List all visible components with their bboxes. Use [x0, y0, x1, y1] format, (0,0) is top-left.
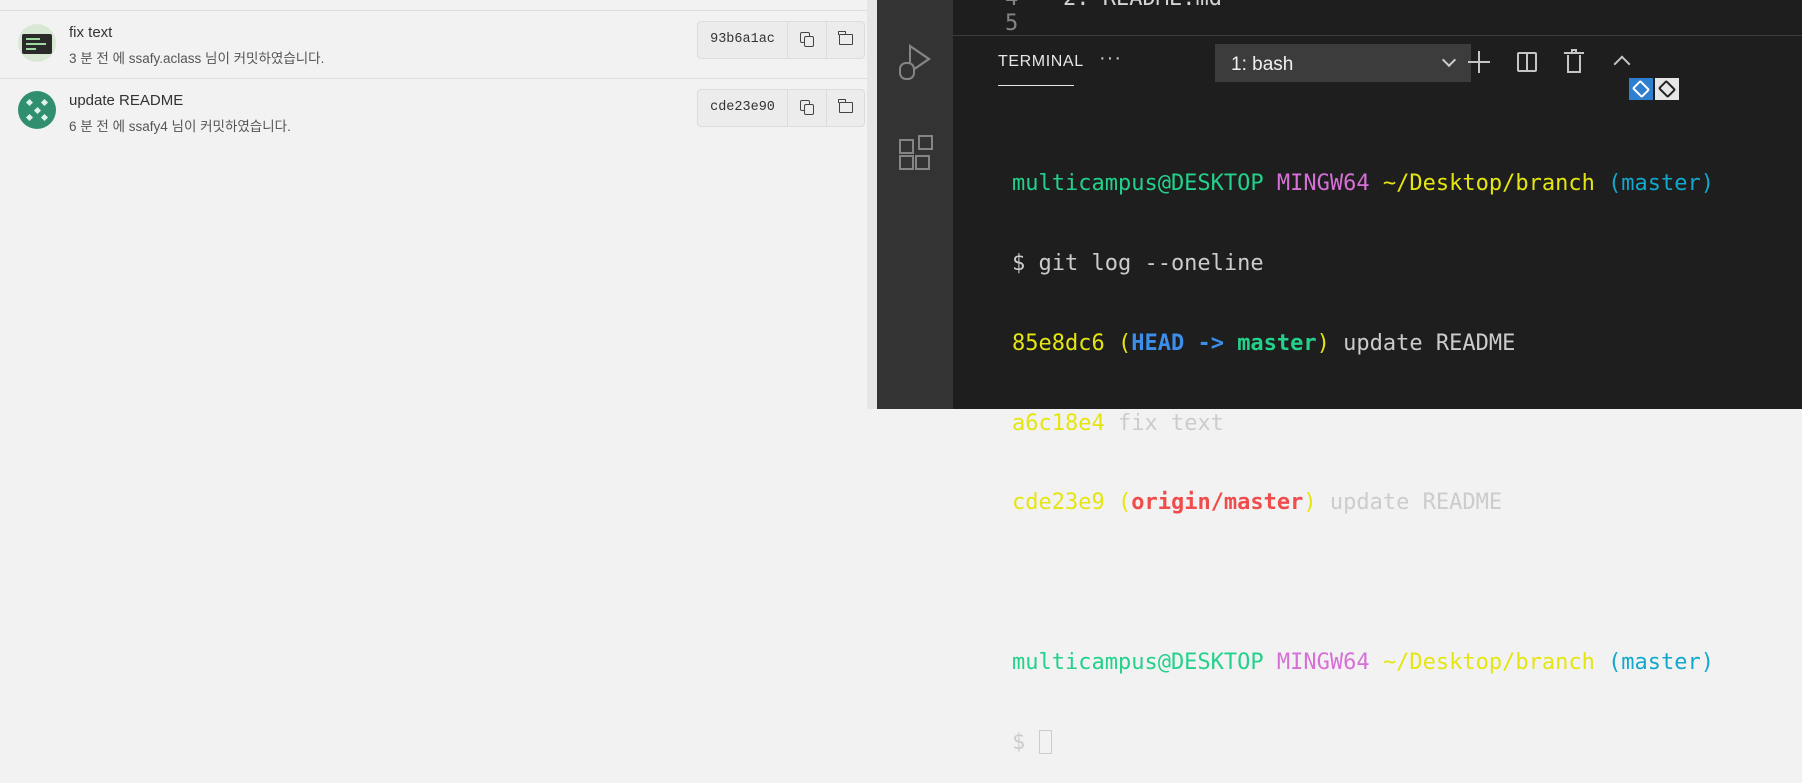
terminal-select-value: 1: bash	[1231, 54, 1294, 75]
avatar	[18, 91, 56, 129]
tab-terminal[interactable]: TERMINAL	[998, 53, 1084, 71]
line-number: 5	[1005, 11, 1019, 36]
commit-hash-group: 93b6a1ac	[697, 21, 865, 59]
plus-icon[interactable]	[1464, 47, 1494, 77]
copy-icon[interactable]	[788, 90, 826, 126]
activity-bar	[877, 0, 953, 409]
split-icon[interactable]	[1512, 47, 1542, 77]
commit-history-panel: fix text 3 분 전 에 ssafy.aclass 님이 커밋하였습니다…	[0, 0, 867, 409]
copy-icon[interactable]	[788, 22, 826, 58]
run-debug-icon[interactable]	[895, 42, 935, 82]
extensions-icon[interactable]	[895, 135, 935, 175]
trash-icon[interactable]	[1559, 47, 1589, 77]
commit-row[interactable]: update README 6 분 전 에 ssafy4 님이 커밋하였습니다.…	[0, 79, 867, 147]
terminal-screen-icon	[22, 34, 52, 54]
terminal-cursor	[1038, 729, 1052, 754]
commit-meta: 6 분 전 에 ssafy4 님이 커밋하였습니다.	[69, 119, 291, 134]
commit-meta: 3 분 전 에 ssafy.aclass 님이 커밋하였습니다.	[69, 51, 325, 66]
folder-icon[interactable]	[826, 22, 864, 58]
terminal-output[interactable]: multicampus@DESKTOP MINGW64 ~/Desktop/br…	[1012, 118, 1714, 783]
commit-title[interactable]: fix text	[69, 24, 112, 41]
caret-up-icon[interactable]	[1608, 47, 1638, 77]
line-number: 4	[1005, 0, 1018, 11]
terminal-line: multicampus@DESKTOP MINGW64 ~/Desktop/br…	[1012, 649, 1715, 675]
terminal-badges	[1629, 78, 1679, 100]
more-actions-icon[interactable]: ···	[1099, 47, 1122, 70]
terminal-line: $ git log --oneline	[1012, 250, 1264, 276]
commit-hash-group: cde23e90	[697, 89, 865, 127]
identicon-icon	[25, 98, 49, 122]
editor-area[interactable]: 4 2. README.md 5	[953, 0, 1802, 36]
folder-icon[interactable]	[826, 90, 864, 126]
active-tab-indicator	[998, 85, 1074, 86]
chevron-down-icon	[1441, 52, 1457, 68]
window-gap	[867, 0, 877, 409]
terminal-select[interactable]: 1: bash	[1215, 44, 1471, 82]
terminal-line: cde23e9 (origin/master) update README	[1012, 490, 1503, 516]
terminal-line: multicampus@DESKTOP MINGW64 ~/Desktop/br…	[1012, 171, 1715, 197]
tag-icon[interactable]	[1629, 78, 1653, 100]
commit-title[interactable]: update README	[69, 92, 183, 109]
terminal-line: $	[1012, 729, 1714, 757]
commit-row[interactable]: fix text 3 분 전 에 ssafy.aclass 님이 커밋하였습니다…	[0, 11, 867, 79]
commit-hash-link[interactable]: 93b6a1ac	[698, 22, 788, 58]
terminal-line: 85e8dc6 (HEAD -> master) update README	[1012, 330, 1516, 356]
commit-hash-link[interactable]: cde23e90	[698, 90, 788, 126]
editor-line: 2. README.md	[1063, 0, 1222, 11]
terminal-line: a6c18e4 fix text	[1012, 410, 1224, 436]
tag-icon[interactable]	[1655, 78, 1679, 100]
avatar	[18, 24, 56, 62]
